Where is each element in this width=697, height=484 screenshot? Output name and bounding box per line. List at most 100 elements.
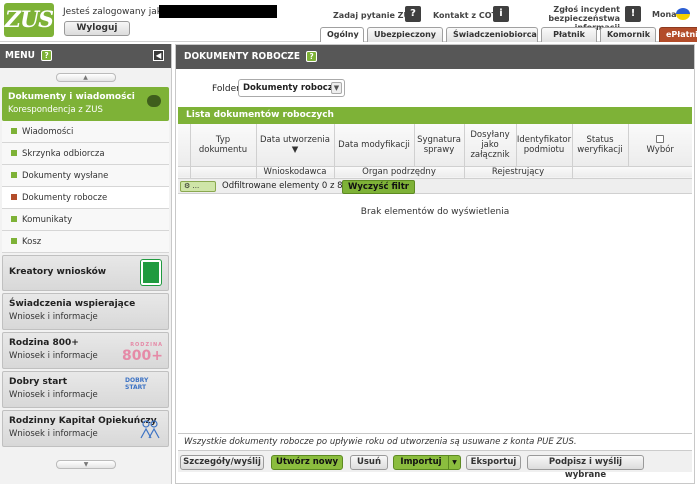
login-label: Jesteś zalogowany jako: <box>63 7 171 17</box>
import-button[interactable]: Importuj ▼ <box>393 455 461 470</box>
sub-header-subordinate[interactable]: Organ podrzędny <box>334 165 465 178</box>
section-subtitle: Wniosek i informacje <box>9 312 98 322</box>
tab-platnik[interactable]: Płatnik <box>541 27 597 42</box>
bullet-icon <box>11 149 17 156</box>
menu-item-dokumenty-robocze[interactable]: Dokumenty robocze <box>2 187 169 209</box>
bullet-icon <box>11 193 17 200</box>
menu-item-dokumenty-wyslane[interactable]: Dokumenty wysłane <box>2 165 169 187</box>
section-dobry-start[interactable]: Dobry start Wniosek i informacje DOBRY S… <box>2 371 169 408</box>
col-header-select: Wybór <box>628 124 692 166</box>
incident-label-line1: Zgłoś incydent <box>553 5 620 14</box>
col-header-signature[interactable]: Sygnatura sprawy <box>414 124 465 166</box>
bullet-icon <box>11 237 17 244</box>
chevron-down-icon[interactable]: ▼ <box>331 82 342 94</box>
rodzina-800-logo-text: 800+ <box>122 348 163 364</box>
speech-bubble-icon <box>147 95 161 107</box>
sign-send-selected-button[interactable]: Podpisz i wyślij wybrane <box>527 455 644 480</box>
row-gutter <box>178 124 191 166</box>
tab-ubezpieczony[interactable]: Ubezpieczony <box>367 27 443 42</box>
top-bar: ZUS Jesteś zalogowany jako: Wyloguj Zada… <box>0 0 697 42</box>
filter-row: ⚙ ... Odfiltrowane elementy 0 z 89. Wycz… <box>178 178 692 194</box>
export-button[interactable]: Eksportuj <box>466 455 521 470</box>
filter-status-text: Odfiltrowane elementy 0 z 89. <box>222 181 351 191</box>
col-header-entity-id[interactable]: Identyfikator podmiotu <box>516 124 573 166</box>
delete-button[interactable]: Usuń <box>350 455 388 470</box>
col-header-type[interactable]: Typ dokumentu <box>190 124 257 166</box>
action-bar: Szczegóły/wyślij Utwórz nowy Usuń Import… <box>178 450 692 480</box>
side-menu: MENU ? ◀ ▲ Dokumenty i wiadomości Koresp… <box>0 44 172 484</box>
language-label[interactable]: Mona <box>652 10 677 19</box>
create-new-button[interactable]: Utwórz nowy <box>271 455 343 470</box>
form-document-icon <box>141 260 161 285</box>
menu-scroll-down-button[interactable]: ▼ <box>56 460 116 469</box>
filter-options-button[interactable]: ⚙ ... <box>180 181 216 192</box>
folder-select-value: Dokumenty robocze <box>243 83 339 93</box>
section-title: Kreatory wniosków <box>9 267 107 277</box>
menu-item-skrzynka-odbiorcza[interactable]: Skrzynka odbiorcza <box>2 143 169 165</box>
contact-cot-link[interactable]: Kontakt z COT <box>433 11 497 20</box>
sub-header-empty <box>190 165 257 178</box>
section-kreatory-wnioskow[interactable]: Kreatory wniosków <box>2 255 169 291</box>
user-name-redacted <box>159 5 277 18</box>
ukraine-flag-icon[interactable] <box>676 8 690 20</box>
sub-header-empty <box>572 165 692 178</box>
menu-header: MENU ? ◀ <box>0 44 171 68</box>
import-label: Importuj <box>400 457 442 467</box>
dobry-start-logo-icon: DOBRY START <box>125 377 149 391</box>
list-header: Lista dokumentów roboczych <box>178 107 692 124</box>
question-icon[interactable]: ? <box>405 6 421 22</box>
tab-eplatnik[interactable]: ePłatnik <box>659 27 697 42</box>
bullet-icon <box>11 171 17 178</box>
sub-header-applicant[interactable]: Wnioskodawca <box>256 165 335 178</box>
import-dropdown-chevron-icon[interactable]: ▼ <box>448 456 460 469</box>
menu-item-label: Dokumenty wysłane <box>22 171 109 181</box>
main-panel: DOKUMENTY ROBOCZE ? Folder: Dokumenty ro… <box>175 44 695 484</box>
tab-komornik[interactable]: Komornik <box>600 27 656 42</box>
menu-item-label: Kosz <box>22 237 42 247</box>
clear-filter-button[interactable]: Wyczyść filtr <box>342 180 415 194</box>
sub-header-registrant[interactable]: Rejestrujący <box>464 165 573 178</box>
rodzina-800-logo-icon: RODZINA 800+ <box>122 342 163 368</box>
page-title: DOKUMENTY ROBOCZE <box>184 51 300 62</box>
bullet-icon <box>11 127 17 134</box>
section-rodzinny-kapital-opiekunczy[interactable]: Rodzinny Kapitał Opiekuńczy Wniosek i in… <box>2 410 169 447</box>
menu-item-komunikaty[interactable]: Komunikaty <box>2 209 169 231</box>
warning-icon[interactable]: ! <box>625 6 641 22</box>
section-title: Świadczenia wspierające <box>9 299 136 309</box>
main-tabs: Ogólny Ubezpieczony Świadczeniobiorca Pł… <box>320 27 697 42</box>
help-icon[interactable]: ? <box>41 49 53 61</box>
menu-item-label: Skrzynka odbiorcza <box>22 149 105 159</box>
tab-ogolny[interactable]: Ogólny <box>320 27 364 42</box>
bullet-icon <box>11 215 17 222</box>
tab-swiadczeniobiorca[interactable]: Świadczeniobiorca <box>446 27 538 42</box>
section-dokumenty-wiadomosci[interactable]: Dokumenty i wiadomości Korespondencja z … <box>2 87 169 121</box>
col-header-sent[interactable]: Dosyłany jako załącznik <box>464 124 517 166</box>
family-icon <box>140 420 160 439</box>
select-all-checkbox[interactable] <box>656 134 665 143</box>
menu-item-label: Dokumenty robocze <box>22 193 108 203</box>
menu-item-wiadomosci[interactable]: Wiadomości <box>2 121 169 143</box>
ask-zus-link[interactable]: Zadaj pytanie ZUS <box>333 11 416 20</box>
section-swiadczenia-wspierajace[interactable]: Świadczenia wspierające Wniosek i inform… <box>2 293 169 330</box>
section-subtitle: Korespondencja z ZUS <box>8 105 103 115</box>
col-header-created[interactable]: Data utworzenia ▼ <box>256 124 335 166</box>
filter-options-label: ... <box>192 182 200 190</box>
select-label: Wybór <box>646 144 674 155</box>
filter-icon: ⚙ <box>184 182 193 190</box>
row-gutter <box>178 165 191 178</box>
col-header-status[interactable]: Status weryfikacji <box>572 124 629 166</box>
menu-scroll-up-button[interactable]: ▲ <box>55 73 116 82</box>
section-rodzina-800[interactable]: Rodzina 800+ Wniosek i informacje RODZIN… <box>2 332 169 369</box>
menu-item-label: Komunikaty <box>22 215 73 225</box>
help-icon[interactable]: ? <box>306 50 318 62</box>
logout-button[interactable]: Wyloguj <box>64 21 130 36</box>
menu-item-kosz[interactable]: Kosz <box>2 231 169 253</box>
zus-logo[interactable]: ZUS <box>4 3 54 37</box>
sort-desc-icon[interactable]: ▼ <box>292 145 299 155</box>
col-header-modified[interactable]: Data modyfikacji <box>334 124 415 166</box>
collapse-menu-icon[interactable]: ◀ <box>153 50 164 61</box>
details-send-button[interactable]: Szczegóły/wyślij <box>180 455 264 470</box>
folder-select[interactable]: Dokumenty robocze ▼ <box>238 79 345 97</box>
main-header: DOKUMENTY ROBOCZE ? <box>176 45 694 69</box>
menu-item-label: Wiadomości <box>22 127 74 137</box>
